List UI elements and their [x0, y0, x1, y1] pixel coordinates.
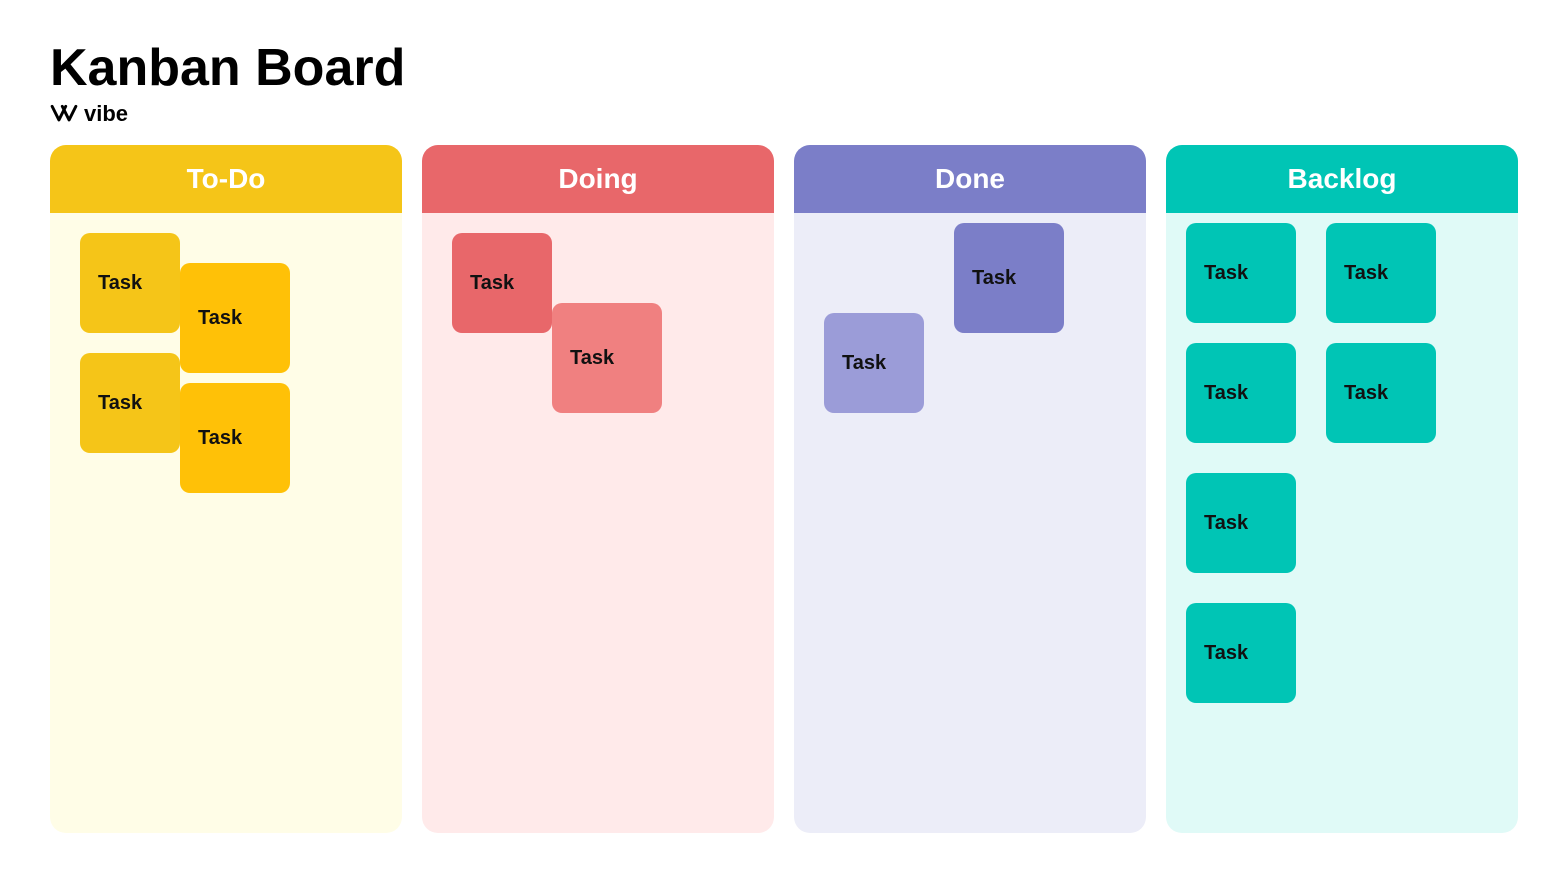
- column-doing-label: Doing: [558, 163, 637, 194]
- task-label: Task: [198, 427, 242, 450]
- task-card[interactable]: Task: [80, 233, 180, 333]
- column-backlog-body: Task Task Task Task Task Task: [1166, 213, 1518, 833]
- task-card[interactable]: Task: [1186, 343, 1296, 443]
- column-doing-header: Doing: [422, 145, 774, 213]
- column-todo-body: Task Task Task Task: [50, 213, 402, 833]
- task-label: Task: [198, 307, 242, 330]
- task-label: Task: [1204, 512, 1248, 535]
- task-card[interactable]: Task: [1326, 343, 1436, 443]
- column-todo-label: To-Do: [187, 163, 266, 194]
- task-card[interactable]: Task: [1186, 223, 1296, 323]
- column-doing: Doing Task Task: [422, 145, 774, 833]
- task-label: Task: [1204, 642, 1248, 665]
- task-label: Task: [570, 347, 614, 370]
- task-card[interactable]: Task: [80, 353, 180, 453]
- task-card[interactable]: Task: [954, 223, 1064, 333]
- column-done-body: Task Task: [794, 213, 1146, 833]
- page: Kanban Board vibe To-Do Task Task: [0, 0, 1568, 882]
- column-todo: To-Do Task Task Task Task: [50, 145, 402, 833]
- task-label: Task: [842, 352, 886, 375]
- column-backlog: Backlog Task Task Task Task Task: [1166, 145, 1518, 833]
- task-card[interactable]: Task: [552, 303, 662, 413]
- task-label: Task: [98, 272, 142, 295]
- header: Kanban Board vibe: [50, 40, 1518, 127]
- task-label: Task: [1344, 262, 1388, 285]
- column-done: Done Task Task: [794, 145, 1146, 833]
- kanban-board: To-Do Task Task Task Task Doing: [50, 145, 1518, 852]
- task-label: Task: [470, 272, 514, 295]
- task-label: Task: [98, 392, 142, 415]
- task-card[interactable]: Task: [824, 313, 924, 413]
- task-card[interactable]: Task: [452, 233, 552, 333]
- task-label: Task: [972, 267, 1016, 290]
- task-card[interactable]: Task: [1186, 473, 1296, 573]
- task-card[interactable]: Task: [1326, 223, 1436, 323]
- task-label: Task: [1204, 262, 1248, 285]
- brand: vibe: [50, 101, 1518, 127]
- column-done-label: Done: [935, 163, 1005, 194]
- brand-name: vibe: [84, 101, 128, 127]
- task-card[interactable]: Task: [1186, 603, 1296, 703]
- column-backlog-label: Backlog: [1288, 163, 1397, 194]
- task-label: Task: [1204, 382, 1248, 405]
- column-backlog-header: Backlog: [1166, 145, 1518, 213]
- column-doing-body: Task Task: [422, 213, 774, 833]
- task-label: Task: [1344, 382, 1388, 405]
- column-todo-header: To-Do: [50, 145, 402, 213]
- vibe-logo-icon: [50, 103, 78, 125]
- task-card[interactable]: Task: [180, 383, 290, 493]
- column-done-header: Done: [794, 145, 1146, 213]
- task-card[interactable]: Task: [180, 263, 290, 373]
- page-title: Kanban Board: [50, 40, 1518, 97]
